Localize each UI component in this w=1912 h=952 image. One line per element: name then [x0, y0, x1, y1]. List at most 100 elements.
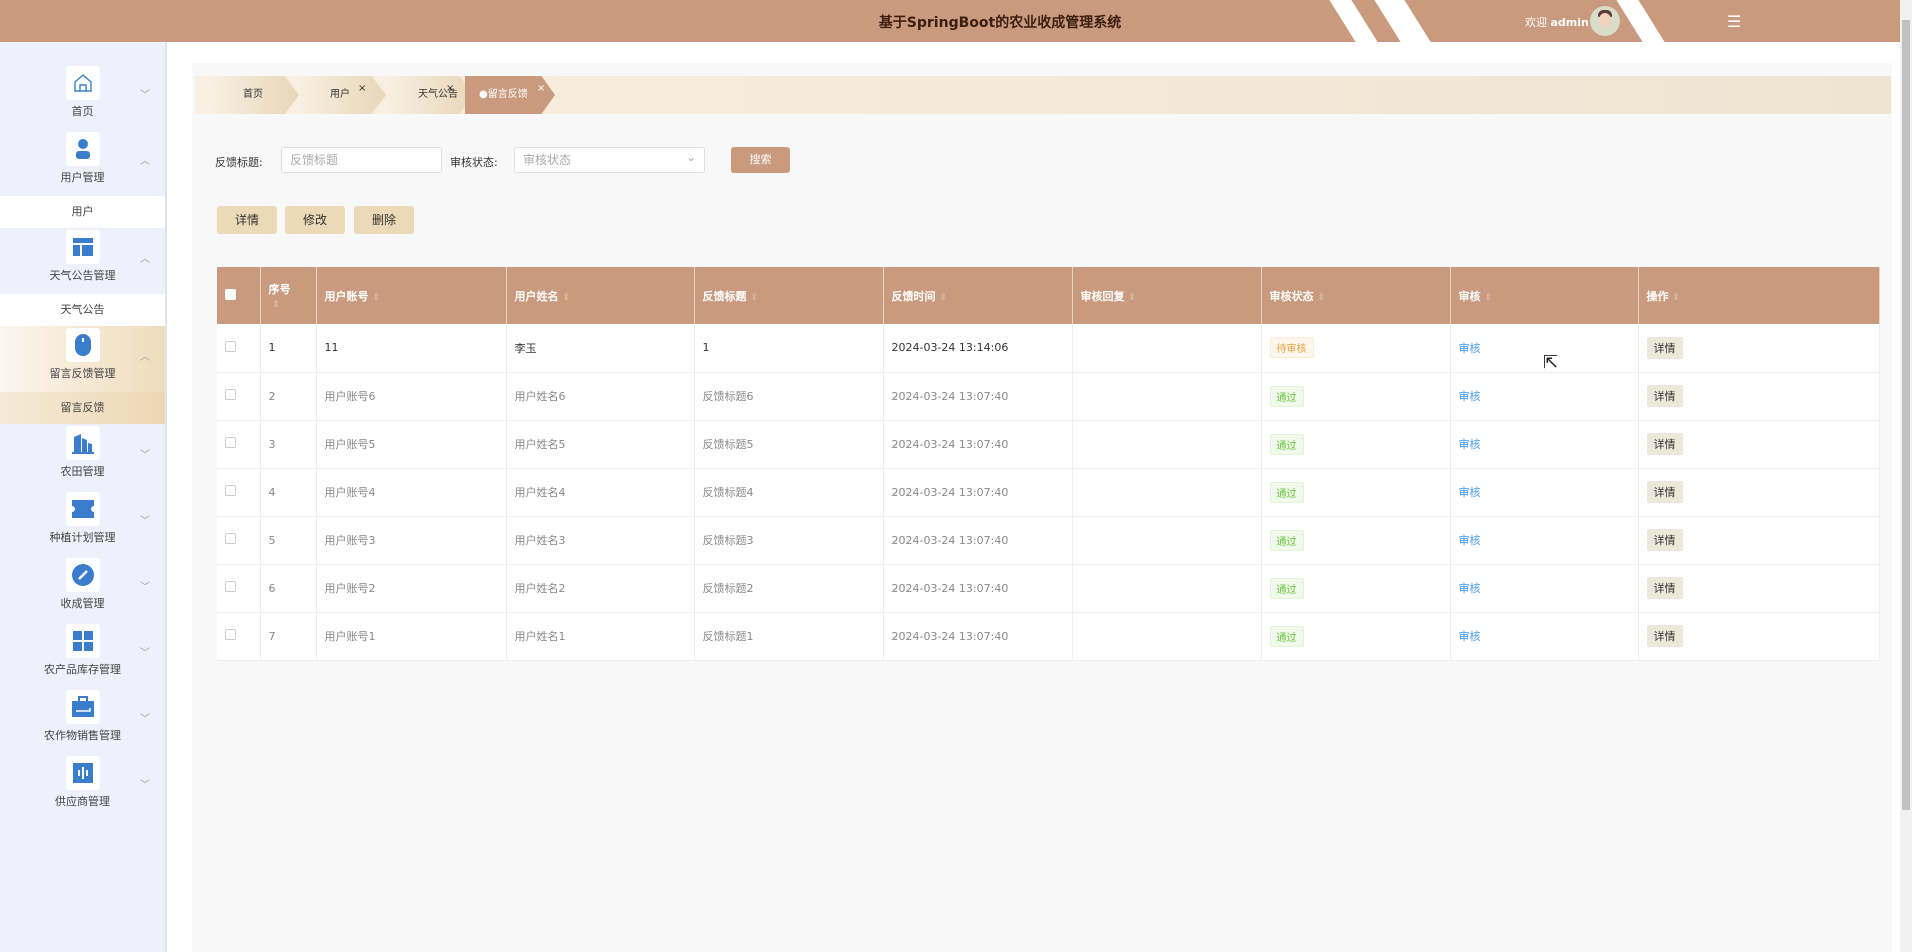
sort-icon[interactable]: ⇕: [273, 300, 281, 310]
sort-icon[interactable]: ⇕: [1673, 293, 1681, 303]
column-header[interactable]: 序号 ⇕: [260, 267, 317, 324]
tab-label: ●留言反馈: [479, 89, 528, 100]
sort-icon[interactable]: ⇕: [563, 293, 571, 303]
sort-icon[interactable]: ⇕: [751, 293, 759, 303]
cell-name: 用户姓名4: [506, 468, 695, 517]
sidebar: 首页 ﹀ 用户管理 ︿ 用户 天气公告管理 ︿ 天气公告 留言反馈管理 ︿ 留言反馈 农田管理 ﹀ 种植计…: [0, 42, 167, 952]
row-select[interactable]: [217, 564, 261, 613]
row-select[interactable]: [217, 516, 261, 565]
row-detail-button[interactable]: 详情: [1646, 625, 1683, 647]
tab-item[interactable]: 用户 ×: [290, 76, 386, 114]
row-select[interactable]: [217, 612, 261, 661]
sidebar-item[interactable]: 农田管理 ﹀: [0, 424, 165, 490]
status-badge: 通过: [1269, 385, 1304, 407]
detail-button[interactable]: 详情: [217, 206, 277, 234]
chevron-up-icon[interactable]: ︿: [140, 250, 150, 265]
menu-toggle-icon[interactable]: ☰: [1727, 12, 1741, 31]
sidebar-item[interactable]: 天气公告管理 ︿: [0, 228, 165, 294]
checkbox[interactable]: [225, 629, 236, 640]
sidebar-item[interactable]: 农产品库存管理 ﹀: [0, 622, 165, 688]
search-button[interactable]: 搜索: [731, 147, 790, 173]
tab-item[interactable]: ●留言反馈 ×: [465, 76, 555, 114]
column-header[interactable]: 用户账号 ⇕: [316, 267, 507, 324]
row-select[interactable]: [217, 420, 261, 469]
delete-button[interactable]: 删除: [354, 206, 414, 234]
audit-link[interactable]: 审核: [1459, 390, 1481, 403]
audit-link[interactable]: 审核: [1459, 630, 1481, 643]
row-detail-button[interactable]: 详情: [1646, 577, 1683, 599]
table-row: 7 用户账号1 用户姓名1 反馈标题1 2024-03-24 13:07:40 通过 审核 详…: [217, 612, 1880, 661]
sidebar-subitem[interactable]: 留言反馈: [0, 392, 165, 424]
sort-icon[interactable]: ⇕: [373, 293, 381, 303]
sort-icon[interactable]: ⇕: [1318, 293, 1326, 303]
select-all-checkbox[interactable]: [217, 267, 261, 324]
sidebar-item[interactable]: 种植计划管理 ﹀: [0, 490, 165, 556]
cell-name: 用户姓名3: [506, 516, 695, 565]
sidebar-item[interactable]: 首页 ﹀: [0, 64, 165, 130]
sidebar-subitem[interactable]: 天气公告: [0, 294, 165, 326]
chevron-down-icon[interactable]: ﹀: [140, 512, 150, 527]
tab-item[interactable]: 天气公告 ×: [378, 76, 474, 114]
compass-icon: [66, 558, 100, 592]
column-header[interactable]: 审核回复 ⇕: [1072, 267, 1262, 324]
avatar[interactable]: [1590, 6, 1620, 36]
checkbox[interactable]: [225, 581, 236, 592]
checkbox[interactable]: [225, 340, 236, 352]
sidebar-item[interactable]: 留言反馈管理 ︿: [0, 326, 165, 392]
sidebar-item[interactable]: 农作物销售管理 ﹀: [0, 688, 165, 754]
column-header[interactable]: 审核 ⇕: [1450, 267, 1639, 324]
row-select[interactable]: [217, 324, 261, 373]
row-detail-button[interactable]: 详情: [1646, 433, 1683, 455]
audit-link[interactable]: 审核: [1459, 342, 1481, 355]
edit-button[interactable]: 修改: [285, 206, 345, 234]
sort-icon[interactable]: ⇕: [940, 293, 948, 303]
row-select[interactable]: [217, 372, 261, 421]
chevron-down-icon[interactable]: ﹀: [140, 86, 150, 101]
sidebar-subitem[interactable]: 用户: [0, 196, 165, 228]
close-icon[interactable]: ×: [358, 76, 366, 108]
checkbox[interactable]: [225, 288, 236, 300]
mouse-cursor-icon: ⇱: [1543, 352, 1559, 373]
close-icon[interactable]: ×: [446, 76, 454, 108]
cell-account: 用户账号6: [316, 372, 507, 421]
column-header[interactable]: 反馈标题 ⇕: [694, 267, 884, 324]
chevron-up-icon[interactable]: ︿: [140, 152, 150, 167]
chevron-down-icon[interactable]: ﹀: [140, 710, 150, 725]
cell-name: 用户姓名6: [506, 372, 695, 421]
row-detail-button[interactable]: 详情: [1646, 481, 1683, 503]
tab-item[interactable]: 首页: [203, 76, 299, 114]
audit-link[interactable]: 审核: [1459, 582, 1481, 595]
scrollbar[interactable]: [1900, 0, 1912, 952]
checkbox[interactable]: [225, 389, 236, 400]
column-header[interactable]: 用户姓名 ⇕: [506, 267, 695, 324]
audit-link[interactable]: 审核: [1459, 486, 1481, 499]
row-detail-button[interactable]: 详情: [1646, 385, 1683, 407]
status-filter-select[interactable]: 审核状态 ⌄: [514, 147, 705, 173]
chevron-down-icon[interactable]: ﹀: [140, 446, 150, 461]
sidebar-item-label: 农作物销售管理: [44, 729, 121, 742]
sidebar-item[interactable]: 收成管理 ﹀: [0, 556, 165, 622]
audit-link[interactable]: 审核: [1459, 438, 1481, 451]
sidebar-item[interactable]: 供应商管理 ﹀: [0, 754, 165, 820]
sidebar-item[interactable]: 用户管理 ︿: [0, 130, 165, 196]
column-header[interactable]: 操作 ⇕: [1638, 267, 1880, 324]
status-filter-label: 审核状态:: [450, 156, 498, 169]
row-detail-button[interactable]: 详情: [1646, 336, 1683, 359]
checkbox[interactable]: [225, 437, 236, 448]
row-select[interactable]: [217, 468, 261, 517]
row-detail-button[interactable]: 详情: [1646, 529, 1683, 551]
title-filter-input[interactable]: 反馈标题: [281, 147, 442, 173]
account-text: 用户账号4: [324, 486, 376, 499]
chevron-down-icon[interactable]: ﹀: [140, 644, 150, 659]
checkbox[interactable]: [225, 533, 236, 544]
column-header[interactable]: 审核状态 ⇕: [1261, 267, 1451, 324]
chevron-up-icon[interactable]: ︿: [140, 348, 150, 363]
chevron-down-icon[interactable]: ﹀: [140, 776, 150, 791]
close-icon[interactable]: ×: [537, 76, 545, 108]
checkbox[interactable]: [225, 485, 236, 496]
column-header[interactable]: 反馈时间 ⇕: [883, 267, 1073, 324]
chevron-down-icon[interactable]: ﹀: [140, 578, 150, 593]
sort-icon[interactable]: ⇕: [1485, 293, 1493, 303]
sort-icon[interactable]: ⇕: [1129, 293, 1137, 303]
audit-link[interactable]: 审核: [1459, 534, 1481, 547]
